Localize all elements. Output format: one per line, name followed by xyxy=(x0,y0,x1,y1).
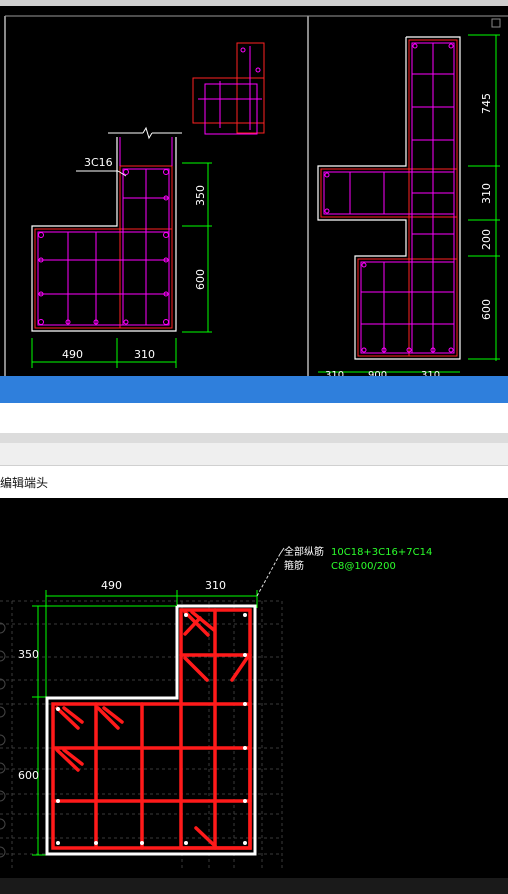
right-dim-h1: 745 xyxy=(480,93,493,114)
cover-line xyxy=(51,610,251,850)
left-dim-h1: 350 xyxy=(194,185,207,206)
cad-drawing-top[interactable]: 3C16 350 600 490 310 745 310 200 600 310… xyxy=(0,6,508,376)
left-dim-h2: 600 xyxy=(194,269,207,290)
right-column-section xyxy=(317,36,461,360)
left-dim-w1: 490 xyxy=(62,348,83,361)
editor-dim-h1: 350 xyxy=(18,648,39,661)
legend-stirrup-value[interactable]: C8@100/200 xyxy=(331,561,396,572)
left-callout-text: 3C16 xyxy=(84,156,113,169)
blank-panel xyxy=(0,403,508,433)
legend-all-bars-value[interactable]: 10C18+3C16+7C14 xyxy=(331,547,432,558)
section-outline[interactable] xyxy=(45,604,257,856)
splitter[interactable] xyxy=(0,433,508,443)
editor-dim-w2: 310 xyxy=(205,579,226,592)
left-edge-marks xyxy=(0,622,6,858)
ucs-marker xyxy=(491,18,501,28)
right-dim-h4: 600 xyxy=(480,299,493,320)
left-dimensions xyxy=(31,162,212,368)
toolbar xyxy=(0,443,508,466)
right-dim-h3: 200 xyxy=(480,229,493,250)
rebar-layout[interactable] xyxy=(51,608,252,850)
legend-all-bars-label: 全部纵筋 xyxy=(284,545,324,558)
selection-highlight-bar[interactable] xyxy=(0,376,508,403)
editor-dim-w1: 490 xyxy=(101,579,122,592)
legend-stirrup-label: 箍筋 xyxy=(284,559,304,572)
legend-leader xyxy=(256,553,281,597)
editor-title-bar xyxy=(0,466,508,498)
editor-dim-h2: 600 xyxy=(18,769,39,782)
status-strip xyxy=(0,878,508,894)
rebar-points xyxy=(56,613,247,845)
left-dim-w2: 310 xyxy=(134,348,155,361)
section-editor-canvas[interactable]: 490 310 350 600 全部纵筋 10C18+3C16+7C14 箍筋 … xyxy=(0,498,508,878)
section-thumbnail xyxy=(192,42,265,135)
left-column-section: 3C16 xyxy=(31,126,182,332)
editor-title: 编辑端头 xyxy=(0,476,49,490)
right-dim-h2: 310 xyxy=(480,183,493,204)
editor-dimensions xyxy=(32,590,258,856)
